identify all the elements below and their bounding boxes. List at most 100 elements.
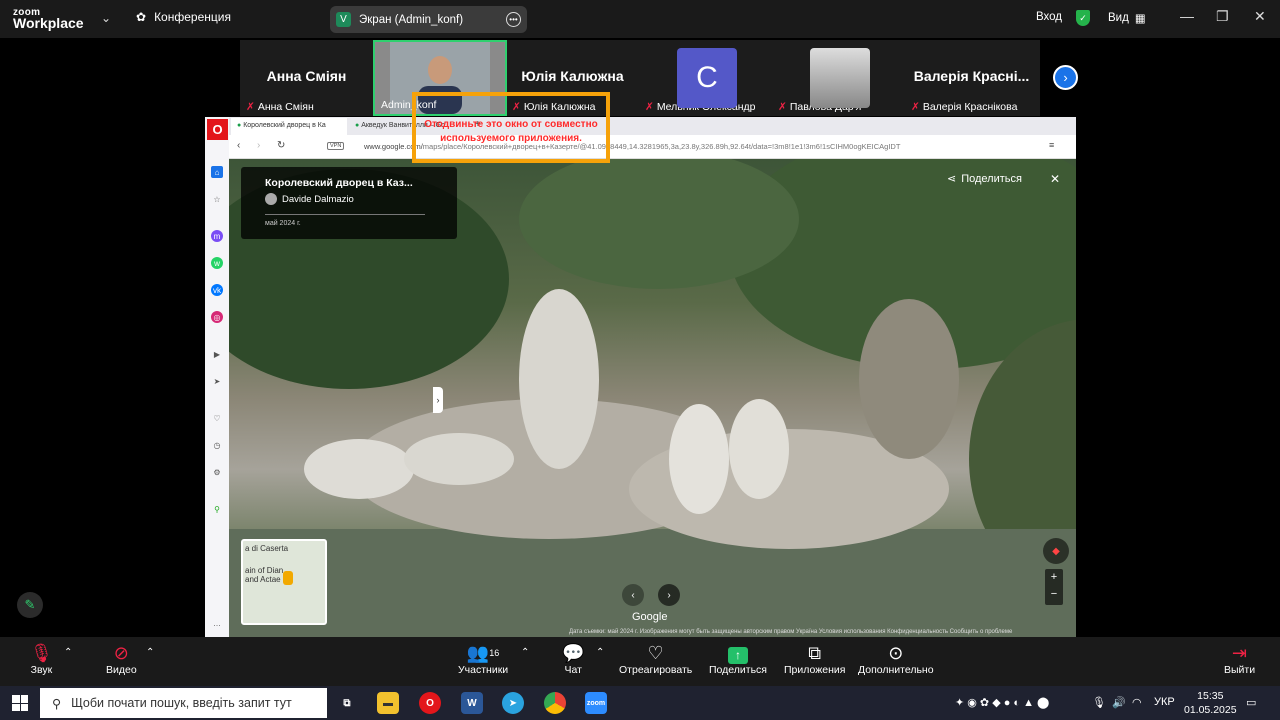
video-button[interactable]: ⊘ Видео <box>106 642 137 676</box>
messenger-icon[interactable]: m <box>211 230 223 242</box>
send-icon[interactable]: ➤ <box>211 375 223 387</box>
chat-button[interactable]: 💬 Чат <box>562 642 584 676</box>
tab-title: Королевский дворец в Ка <box>243 122 326 129</box>
sidebar-toggle[interactable]: › <box>433 387 443 413</box>
top-bar: zoom Workplace ⌄ ✿ Конференция V Экран (… <box>0 0 1280 38</box>
opera-icon[interactable]: O <box>419 692 441 714</box>
view-button[interactable]: Вид ▦ <box>1108 11 1146 25</box>
chrome-icon[interactable] <box>544 692 566 714</box>
share-screen-icon: ↑ <box>709 642 767 664</box>
zoom-in-icon[interactable]: + <box>1045 569 1063 586</box>
maximize-icon[interactable]: ❐ <box>1216 8 1229 25</box>
volume-icon[interactable]: 🔊 <box>1112 696 1126 709</box>
participant-tile[interactable]: Валерія Красні... ✗ Валерія Краснікова <box>905 40 1038 116</box>
next-page-button[interactable]: › <box>1053 65 1078 90</box>
menu-icon[interactable]: ≡ <box>1049 140 1054 150</box>
wifi-icon[interactable]: ◠ <box>1132 696 1142 709</box>
audio-options-chevron[interactable]: ⌃ <box>64 647 72 658</box>
street-view[interactable]: Королевский дворец в Каз... Davide Dalma… <box>229 159 1076 637</box>
chat-options-chevron[interactable]: ⌃ <box>596 647 604 658</box>
mic-muted-icon: ✗ <box>911 101 920 113</box>
logo-line2: Workplace <box>13 15 84 31</box>
reload-icon[interactable]: ↻ <box>277 140 285 151</box>
vk-icon[interactable]: vk <box>211 284 223 296</box>
opera-logo[interactable]: O <box>207 119 228 140</box>
participant-tile[interactable]: Анна Сміян ✗ Анна Сміян <box>240 40 373 116</box>
word-icon[interactable]: W <box>461 692 483 714</box>
vpn-badge[interactable]: VPN <box>327 142 345 150</box>
more-options-icon[interactable]: ••• <box>506 12 521 27</box>
next-photo-button[interactable]: › <box>658 584 680 606</box>
more-label: Дополнительно <box>858 664 934 676</box>
player-icon[interactable]: ▶ <box>211 348 223 360</box>
video-options-chevron[interactable]: ⌃ <box>146 647 154 658</box>
conference-menu[interactable]: ✿ Конференция <box>136 10 231 24</box>
google-watermark: Google <box>632 611 668 623</box>
zoom-out-icon[interactable]: − <box>1045 586 1063 603</box>
previous-photo-button[interactable]: ‹ <box>622 584 644 606</box>
share-button[interactable]: ⋖ Поделиться <box>947 172 1022 186</box>
close-street-view-icon[interactable]: ✕ <box>1050 172 1060 186</box>
more-button[interactable]: ⊙ Дополнительно <box>858 642 934 676</box>
instagram-icon[interactable]: ◎ <box>211 311 223 323</box>
notifications-icon[interactable]: ▭ <box>1246 696 1256 709</box>
zoom-icon[interactable]: zoom <box>585 692 607 714</box>
task-view-icon[interactable]: ⧉ <box>336 692 358 714</box>
back-icon[interactable]: ‹ <box>237 140 240 151</box>
share-screen-button[interactable]: ↑ Поделиться <box>709 642 767 676</box>
history-icon[interactable]: ◷ <box>211 439 223 451</box>
browser-sidebar: O ⌂ ☆ m w vk ◎ ▶ ➤ ♡ ◷ ⚙ ⚲ … <box>205 117 229 637</box>
forward-icon[interactable]: › <box>257 140 260 151</box>
zoom-control[interactable]: + − <box>1045 569 1063 605</box>
leave-button[interactable]: ⇥ Выйти <box>1224 642 1255 676</box>
participant-big-name: Анна Сміян <box>266 68 347 84</box>
home-icon[interactable]: ⌂ <box>211 166 223 178</box>
react-label: Отреагировать <box>619 664 693 676</box>
system-clock[interactable]: 15:35 01.05.2025 <box>1184 689 1237 717</box>
shield-icon[interactable]: ✓ <box>1076 10 1090 26</box>
star-icon[interactable]: ☆ <box>211 193 223 205</box>
heart-icon: ♡ <box>647 643 664 663</box>
place-info-card[interactable]: Королевский дворец в Каз... Davide Dalma… <box>241 167 457 239</box>
tray-apps-icon[interactable]: ✦ ◉ ✿ ◆ ● ◐ ▲ ⬤ <box>955 696 1049 709</box>
language-indicator[interactable]: УКР <box>1154 696 1175 708</box>
audio-button[interactable]: 🎙 Звук <box>30 642 53 676</box>
mic-icon[interactable]: 🎙 <box>1092 696 1106 709</box>
capture-date: май 2024 г. <box>265 214 425 227</box>
signin-button[interactable]: Вход <box>1036 11 1062 23</box>
windows-start-icon[interactable] <box>12 695 28 711</box>
more-icon[interactable]: … <box>211 617 223 629</box>
participants-count: 16 <box>489 648 500 658</box>
minimap[interactable]: a di Caserta ain of Dian and Actae <box>241 539 327 625</box>
file-explorer-icon[interactable]: ▬ <box>377 692 399 714</box>
pegman-icon <box>283 571 293 585</box>
screen-share-pill[interactable]: V Экран (Admin_konf) ••• <box>330 6 527 33</box>
settings-icon[interactable]: ⚙ <box>211 466 223 478</box>
heart-icon[interactable]: ♡ <box>211 412 223 424</box>
tips-icon[interactable]: ⚲ <box>211 503 223 515</box>
compass-icon[interactable]: ◆ <box>1043 538 1069 564</box>
zoom-logo: zoom Workplace <box>13 7 84 31</box>
shared-screen: O ⌂ ☆ m w vk ◎ ▶ ➤ ♡ ◷ ⚙ ⚲ … ● Королевск… <box>205 92 1076 637</box>
apps-button[interactable]: ⧉ Приложения <box>784 642 845 676</box>
whatsapp-icon[interactable]: w <box>211 257 223 269</box>
share-warning-overlay: Отодвиньте это окно от совместно использ… <box>412 92 610 163</box>
share-label: Поделиться <box>961 172 1022 185</box>
taskbar-search[interactable]: ⚲ Щоби почати пошук, введіть запит тут <box>40 688 327 718</box>
leave-icon: ⇥ <box>1232 643 1248 663</box>
apps-label: Приложения <box>784 664 846 676</box>
screen-badge: V <box>336 12 351 27</box>
browser-tab[interactable]: ● Королевский дворец в Ка <box>231 118 347 135</box>
more-icon: ⊙ <box>888 643 904 663</box>
react-button[interactable]: ♡ Отреагировать <box>619 642 692 676</box>
annotate-pen-icon[interactable]: ✎ <box>17 592 43 618</box>
close-icon[interactable]: ✕ <box>1254 8 1266 25</box>
participants-button[interactable]: 👥16 Участники <box>458 642 508 676</box>
participants-options-chevron[interactable]: ⌃ <box>521 647 529 658</box>
author-avatar <box>265 193 277 205</box>
chevron-down-icon[interactable]: ⌄ <box>101 11 111 25</box>
minimize-icon[interactable]: — <box>1180 8 1194 24</box>
clock-date: 01.05.2025 <box>1184 704 1237 716</box>
telegram-icon[interactable]: ➤ <box>502 692 524 714</box>
grid-icon: ▦ <box>1134 13 1146 25</box>
